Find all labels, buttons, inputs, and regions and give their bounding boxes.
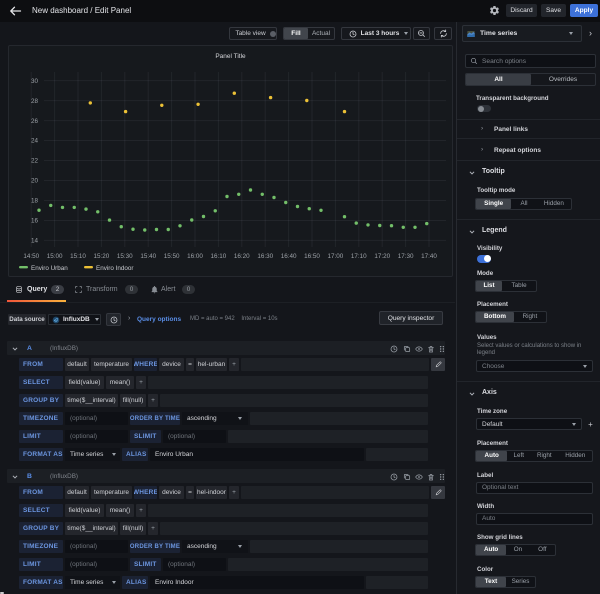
svg-text:16:20: 16:20 (234, 253, 250, 260)
svg-text:15:20: 15:20 (94, 253, 110, 260)
svg-text:15:50: 15:50 (164, 253, 180, 260)
svg-text:17:20: 17:20 (374, 253, 390, 260)
svg-text:30: 30 (31, 78, 39, 85)
svg-text:16:10: 16:10 (211, 253, 227, 260)
svg-text:15:10: 15:10 (70, 253, 86, 260)
svg-text:16:00: 16:00 (187, 253, 203, 260)
svg-text:26: 26 (31, 118, 39, 125)
svg-text:17:40: 17:40 (421, 253, 437, 260)
svg-text:17:10: 17:10 (351, 253, 367, 260)
svg-text:15:40: 15:40 (140, 253, 156, 260)
svg-text:14: 14 (31, 238, 39, 245)
svg-text:16:30: 16:30 (257, 253, 273, 260)
svg-text:28: 28 (31, 98, 39, 105)
svg-text:Enviro Indoor: Enviro Indoor (96, 265, 133, 272)
svg-text:17:30: 17:30 (398, 253, 414, 260)
svg-text:24: 24 (31, 138, 39, 145)
svg-text:16: 16 (31, 218, 39, 225)
svg-text:20: 20 (31, 178, 39, 185)
svg-text:22: 22 (31, 158, 39, 165)
svg-text:18: 18 (31, 198, 39, 205)
svg-text:16:40: 16:40 (281, 253, 297, 260)
svg-text:Enviro Urban: Enviro Urban (31, 265, 68, 272)
svg-text:15:00: 15:00 (47, 253, 63, 260)
svg-text:17:00: 17:00 (328, 253, 344, 260)
svg-text:16:50: 16:50 (304, 253, 320, 260)
svg-text:15:30: 15:30 (117, 253, 133, 260)
svg-text:14:50: 14:50 (23, 253, 39, 260)
